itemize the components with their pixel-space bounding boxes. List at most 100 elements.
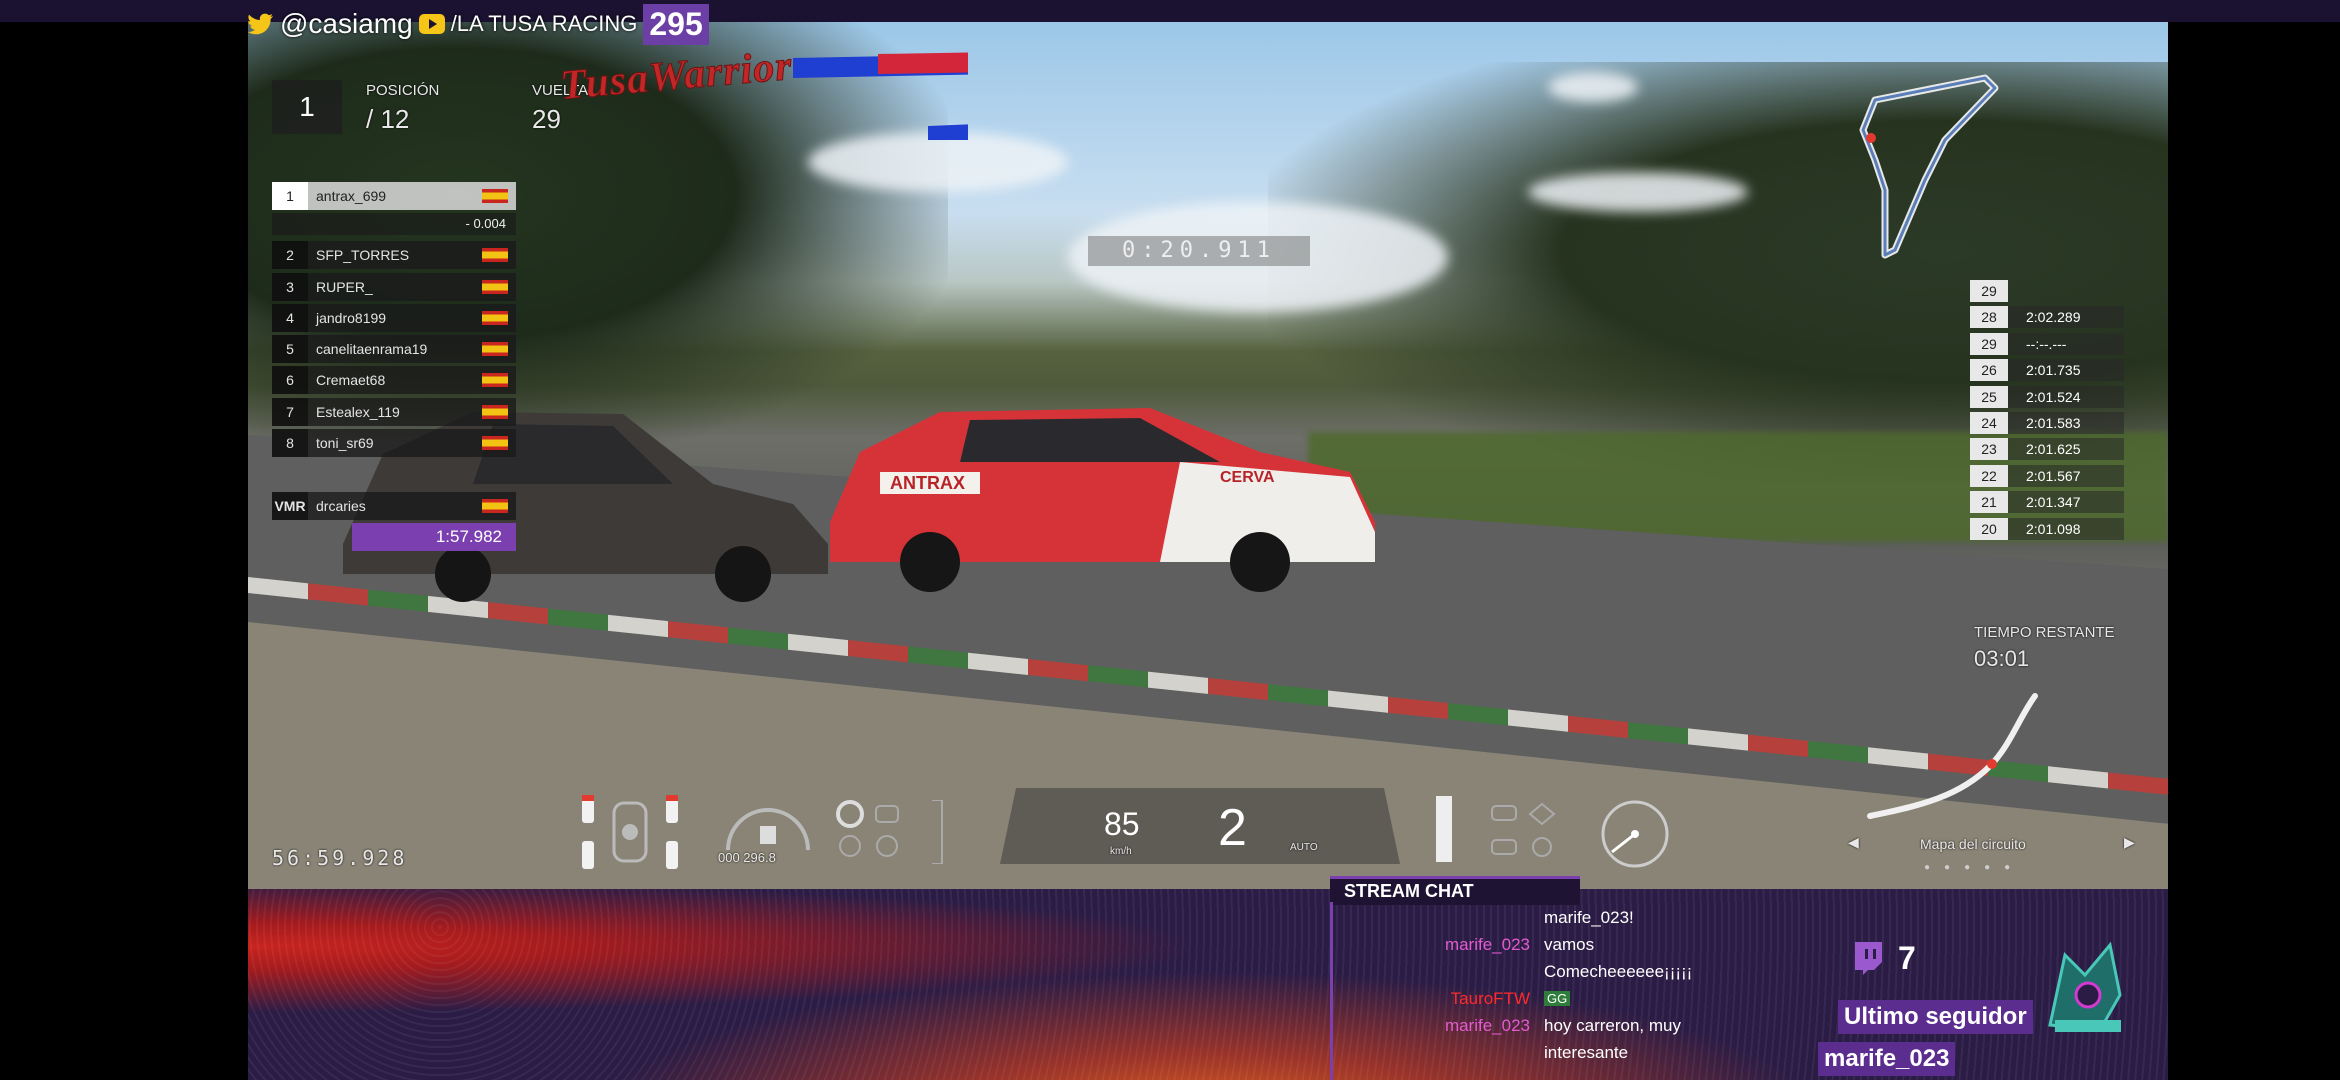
lap-time: 2:01.524 — [2008, 385, 2124, 408]
chat-user: marife_023 — [1444, 934, 1530, 954]
lap-time: 2:02.289 — [2008, 306, 2124, 329]
driver-name: SFP_TORRES — [316, 247, 410, 264]
standings-row: 8 toni_sr69 — [272, 429, 516, 458]
lap-times-list: 29 28 2:02.289 29 --:--.--- 26 2:01.735 25 2… — [1970, 280, 2124, 544]
spain-flag-icon — [482, 310, 508, 325]
standings-row: 3 RUPER_ — [272, 272, 516, 301]
lap-number: 29 — [1970, 280, 2008, 302]
chat-message: marife_023! — [1340, 904, 1820, 931]
spain-flag-icon — [482, 189, 508, 203]
speed-unit: km/h — [1110, 846, 1132, 857]
stream-chat: marife_023! marife_023 vamos Comecheeeeee… — [1340, 904, 1820, 1066]
warrior-mascot-logo — [2048, 941, 2122, 1032]
standings-position: 6 — [272, 366, 308, 395]
driver-name: canelitaenrama19 — [316, 341, 428, 358]
speedometer-panel — [1000, 788, 1400, 864]
chat-user: marife_023 — [1444, 1015, 1530, 1035]
chat-divider — [1330, 902, 1333, 1080]
lap-time: 2:01.098 — [2008, 517, 2124, 540]
lap-number: 25 — [1970, 385, 2008, 408]
standings-row: 2 SFP_TORRES — [272, 241, 516, 270]
chat-message: Comecheeeeee¡¡¡¡¡ — [1340, 958, 1820, 985]
rpm-bar — [1436, 796, 1452, 862]
circuit-prev-arrow-icon[interactable]: ◀ — [1848, 834, 1859, 851]
lap-time: 2:01.347 — [2008, 491, 2124, 514]
standings-row: 6 Cremaet68 — [272, 366, 516, 395]
chat-message: marife_023 hoy carreron, muy — [1340, 1012, 1820, 1039]
lap-timer: 0:20.911 — [1088, 236, 1310, 266]
chat-title: STREAM CHAT — [1330, 876, 1580, 905]
lap-time — [2008, 280, 2124, 302]
spain-flag-icon — [482, 279, 508, 294]
twitter-handle: @casiamg — [280, 8, 413, 39]
chat-user: TauroFTW — [1450, 988, 1530, 1008]
spain-flag-icon — [482, 342, 508, 357]
lap-number: 24 — [1970, 411, 2008, 434]
lap-number: 26 — [1970, 359, 2008, 382]
standings-position: 1 — [272, 182, 308, 210]
lap-number: 20 — [1970, 517, 2008, 540]
spain-flag-icon — [482, 499, 508, 513]
cloud — [1548, 72, 1638, 102]
lap-time-row: 28 2:02.289 — [1970, 306, 2124, 329]
remaining-time-label: TIEMPO RESTANTE — [1974, 624, 2115, 641]
twitter-icon — [248, 13, 273, 35]
driver-name: antrax_699 — [316, 188, 387, 204]
gear-value: 2 — [1218, 799, 1247, 857]
lap-time-row: 26 2:01.735 — [1970, 359, 2124, 382]
spain-flag-icon — [482, 373, 508, 388]
channel-name: /LA TUSA RACING — [450, 11, 638, 36]
follower-count: 7 — [1898, 940, 1916, 976]
vmr-time: 1:57.982 — [352, 523, 516, 552]
chat-text: GG — [1544, 991, 1571, 1006]
lap-time-row: 24 2:01.583 — [1970, 411, 2124, 434]
standings-row: 7 Estealex_119 — [272, 397, 516, 426]
driver-name: Estealex_119 — [316, 403, 400, 420]
chat-text: Comecheeeeee¡¡¡¡¡ — [1544, 961, 1693, 981]
vmr-driver-name: drcaries — [316, 498, 366, 514]
track-minimap — [1859, 74, 1999, 259]
lap-time: 2:01.567 — [2008, 464, 2124, 487]
circuit-map-label: Mapa del circuito — [1920, 836, 2026, 852]
position-total: / 12 — [366, 104, 410, 134]
driver-name: Cremaet68 — [316, 372, 386, 389]
vmr-row: VMR drcaries — [272, 492, 516, 520]
chat-text: marife_023! — [1544, 907, 1634, 927]
standings-position: 5 — [272, 335, 308, 364]
driver-name: jandro8199 — [316, 309, 387, 326]
standings-position: 2 — [272, 241, 308, 270]
follower-counter: 7 — [1852, 940, 1916, 977]
red-race-car: ANTRAX CERVA — [830, 408, 1375, 592]
gear-mode: AUTO — [1290, 842, 1318, 853]
viewer-count: 295 — [643, 3, 709, 45]
lap-number: 21 — [1970, 491, 2008, 514]
standings-position: 8 — [272, 429, 308, 458]
tachometer-icon — [1601, 800, 1669, 868]
lap-number: 22 — [1970, 464, 2008, 487]
chat-text: hoy carreron, muy — [1544, 1015, 1681, 1035]
speed-value: 85 — [1104, 806, 1140, 842]
circuit-next-arrow-icon[interactable]: ▶ — [2124, 834, 2135, 851]
svg-text:ANTRAX: ANTRAX — [890, 473, 965, 493]
vmr-best-lap: VMR drcaries 1:57.982 — [272, 492, 516, 552]
chat-message: marife_023 vamos — [1340, 931, 1820, 958]
last-follower-label: Ultimo seguidor — [1838, 1000, 2033, 1034]
spain-flag-icon — [482, 404, 508, 419]
lap-time-row: 29 — [1970, 280, 2124, 302]
lap-number: 29 — [1970, 332, 2008, 355]
standings-list: 1 antrax_699 - 0.004 2 SFP_TORRES 3 RUPE… — [272, 182, 516, 460]
lap-time-row: 21 2:01.347 — [1970, 491, 2124, 514]
driver-name: RUPER_ — [316, 278, 373, 295]
standings-position: 3 — [272, 272, 308, 301]
standings-row: 1 antrax_699 — [272, 182, 516, 210]
lap-time-row: 20 2:01.098 — [1970, 517, 2124, 540]
page-dots-indicator: ●●●●● — [1924, 862, 2025, 873]
circuit-section-map — [1867, 693, 2038, 819]
lap-time: 2:01.625 — [2008, 438, 2124, 461]
total-race-time: 56:59.928 — [272, 846, 408, 870]
lap-time-row: 29 --:--.--- — [1970, 332, 2124, 355]
tire-wear-icon — [582, 795, 678, 869]
lap-number: 23 — [1970, 438, 2008, 461]
spain-flag-icon — [482, 248, 508, 263]
last-follower-name: marife_023 — [1818, 1042, 1956, 1076]
